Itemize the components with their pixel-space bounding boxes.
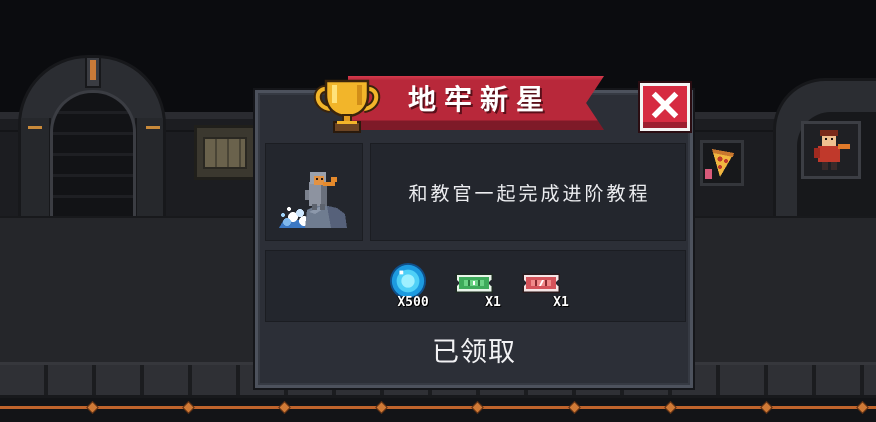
close-icon[interactable] [651, 91, 679, 119]
green-ticket-icon [455, 273, 493, 293]
wall-lamp [28, 126, 42, 129]
pizza-portrait [700, 140, 744, 186]
archway-left-pillar [21, 118, 51, 216]
task-description: 和教官一起完成进阶教程 [408, 182, 651, 205]
dialog-title: 地牢新星 [407, 83, 552, 116]
archway-marker [90, 60, 96, 80]
claim-status-label: 已领取 [432, 337, 516, 368]
task-icon-box [265, 143, 363, 241]
reward-quantity: X500 [397, 295, 429, 310]
reward-quantity: X1 [553, 295, 569, 310]
pizza-icon [705, 149, 734, 179]
rewards-row: X500 X1 X1 [265, 250, 686, 322]
close-button[interactable] [640, 83, 690, 131]
archway-left-doorway [50, 90, 136, 216]
wall-lamp [146, 126, 160, 129]
archway-left-pillar [135, 118, 163, 216]
trophy-icon [313, 79, 381, 133]
crate-panel [203, 137, 247, 169]
ground-strip [0, 398, 876, 422]
character-portrait [801, 121, 861, 179]
hero-figure-icon [814, 130, 850, 170]
task-description-box: 和教官一起完成进阶教程 [370, 143, 686, 241]
orange-trim-line [0, 406, 876, 409]
knight-on-rock-icon [279, 172, 347, 228]
red-ticket-icon [522, 273, 560, 293]
reward-quantity: X1 [485, 295, 501, 310]
crate [194, 125, 256, 180]
